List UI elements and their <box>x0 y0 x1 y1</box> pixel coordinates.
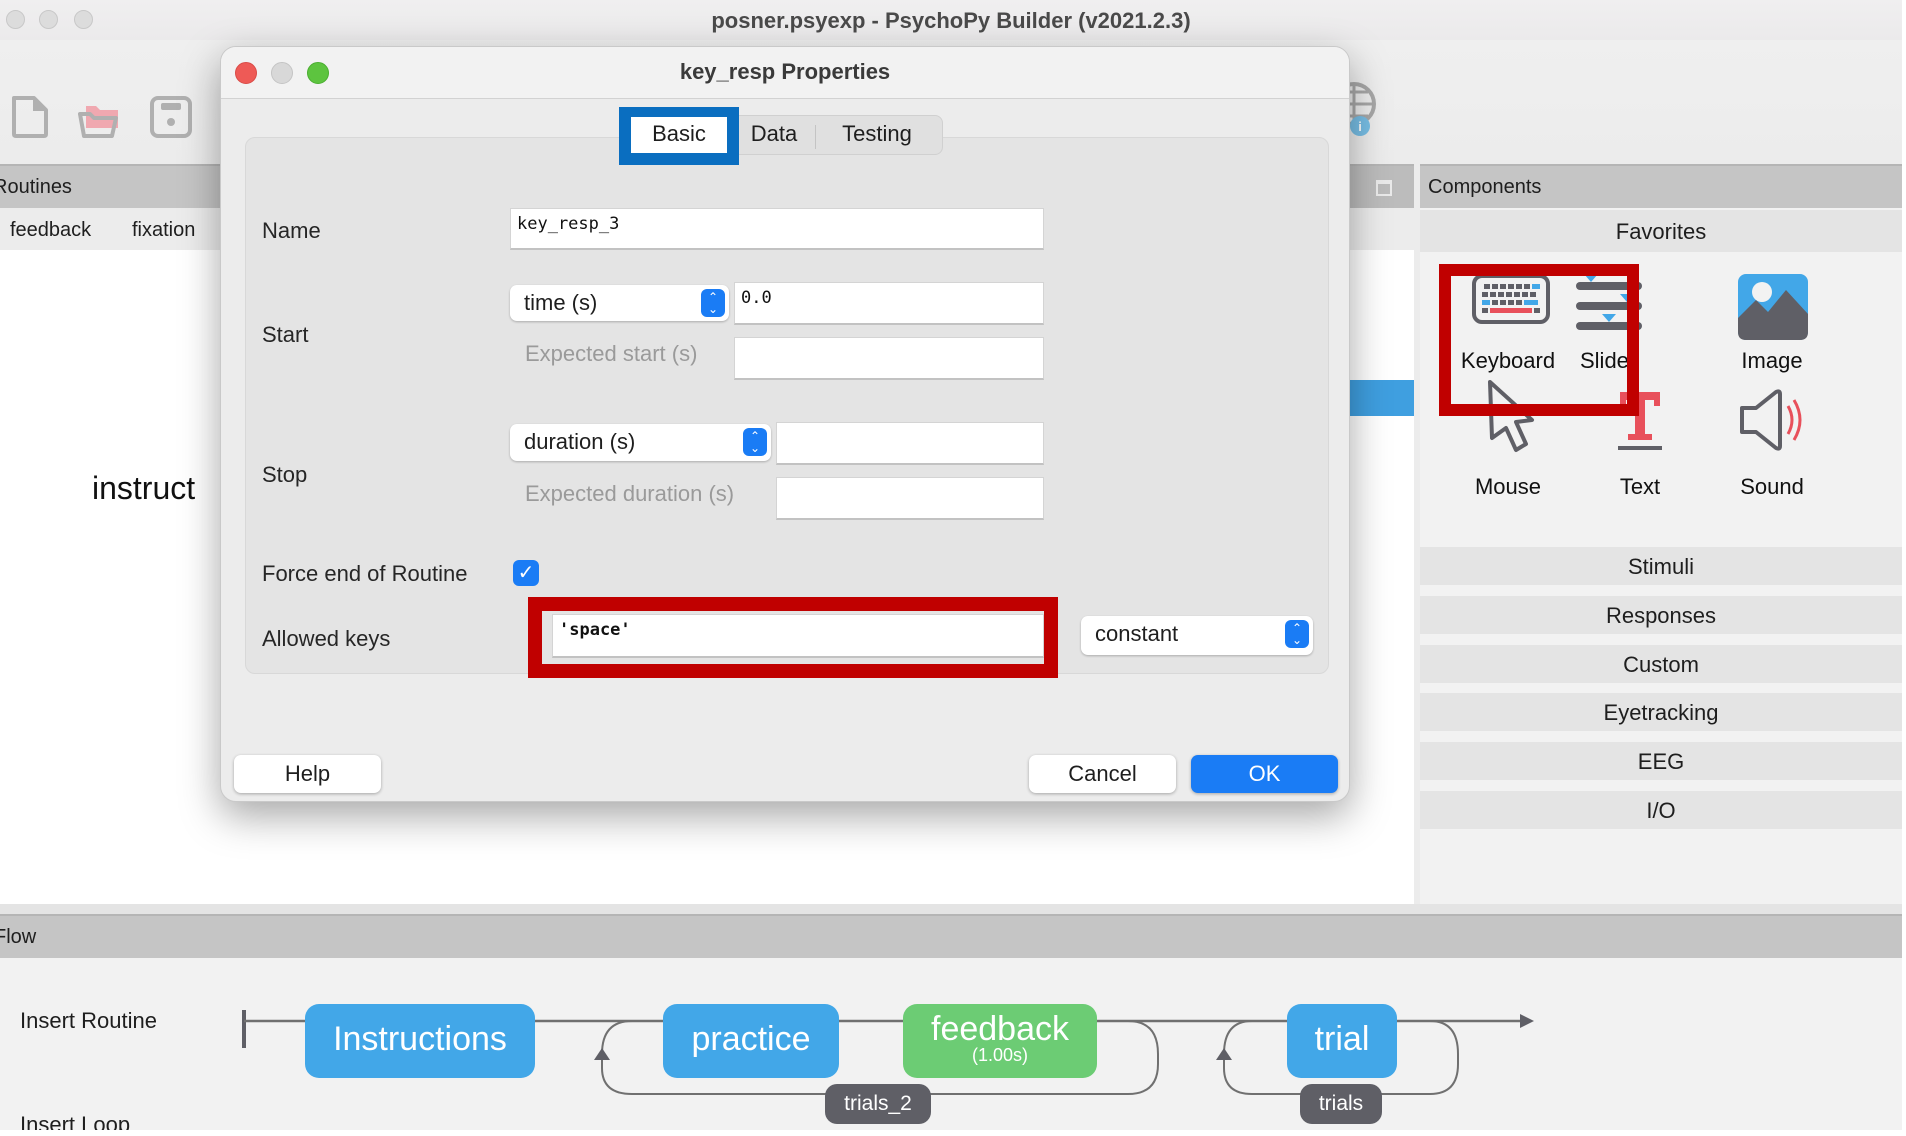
start-label: Start <box>262 322 309 347</box>
loop-arrow-icon <box>1216 1048 1232 1060</box>
tab-data[interactable]: Data <box>741 117 807 153</box>
key-resp-properties-dialog: key_resp Properties Basic Data Testing N… <box>220 46 1350 802</box>
start-type-value: time (s) <box>524 290 598 315</box>
tab-separator <box>815 125 816 149</box>
help-button[interactable]: Help <box>234 755 381 793</box>
flow-loop-label: trials <box>1318 1092 1364 1115</box>
flow-routine-label: trial <box>1314 1020 1370 1058</box>
category-responses[interactable]: Responses <box>1420 596 1902 634</box>
routines-header-label: Routines <box>0 176 72 198</box>
save-icon[interactable] <box>148 94 194 140</box>
routine-tab-feedback[interactable]: feedback <box>10 219 91 242</box>
component-sound[interactable]: Sound <box>1706 388 1838 518</box>
allowed-keys-label: Allowed keys <box>262 626 391 651</box>
flow-routine-trial[interactable]: trial <box>1287 1004 1397 1078</box>
category-io[interactable]: I/O <box>1420 791 1902 829</box>
flow-loop-trials[interactable]: trials <box>1300 1084 1382 1124</box>
flow-panel: Flow Insert Routine Insert Loop Instruct… <box>0 904 1902 1130</box>
category-eyetracking[interactable]: Eyetracking <box>1420 693 1902 731</box>
force-end-label: Force end of Routine <box>262 561 468 586</box>
dialog-tabs: Basic Data Testing <box>619 107 959 165</box>
favorites-section-header[interactable]: Favorites <box>1420 210 1902 252</box>
stop-type-value: duration (s) <box>524 429 636 454</box>
stop-label: Stop <box>262 462 308 487</box>
component-label: Mouse <box>1474 474 1542 499</box>
loop-arrow-icon <box>594 1048 610 1060</box>
start-value-input[interactable]: 0.0 <box>734 282 1044 325</box>
window-title: posner.psyexp - PsychoPy Builder (v2021.… <box>711 8 1191 33</box>
category-custom[interactable]: Custom <box>1420 645 1902 683</box>
open-folder-icon[interactable] <box>76 94 122 140</box>
flow-routine-feedback[interactable]: feedback (1.00s) <box>903 1004 1097 1078</box>
expected-start-input[interactable] <box>734 337 1044 380</box>
flow-routine-duration: (1.00s) <box>971 1045 1029 1065</box>
start-type-select[interactable]: time (s) ⌃ ⌄ <box>510 285 729 321</box>
psychopy-builder-window: posner.psyexp - PsychoPy Builder (v2021.… <box>0 0 1902 1130</box>
component-timeline-bar[interactable] <box>1348 380 1414 416</box>
component-label: Sound <box>1740 474 1804 499</box>
allowed-keys-update-select[interactable]: constant ⌃ ⌄ <box>1081 616 1313 655</box>
force-end-checkbox[interactable]: ✓ <box>513 560 539 586</box>
select-arrows-icon: ⌃ ⌄ <box>701 289 725 317</box>
flow-routine-practice[interactable]: practice <box>663 1004 839 1078</box>
allowed-keys-update-value: constant <box>1095 621 1179 646</box>
new-file-icon[interactable] <box>8 94 54 140</box>
expected-duration-label: Expected duration (s) <box>525 481 735 506</box>
routine-tab-fixation[interactable]: fixation <box>132 219 195 242</box>
name-input[interactable]: key_resp_3 <box>510 208 1044 250</box>
expected-duration-input[interactable] <box>776 477 1044 520</box>
component-label: Text <box>1619 474 1661 499</box>
routine-component-label[interactable]: instruct <box>92 470 195 507</box>
component-image[interactable]: Image <box>1706 252 1838 382</box>
allowed-keys-input[interactable]: 'space' <box>552 614 1044 658</box>
category-eeg[interactable]: EEG <box>1420 742 1902 780</box>
panel-minimize-icon[interactable] <box>1376 180 1392 196</box>
cancel-button[interactable]: Cancel <box>1029 755 1176 793</box>
sound-icon <box>1740 389 1802 451</box>
components-panel-header: Components <box>1420 164 1902 208</box>
flow-loop-trials-2[interactable]: trials_2 <box>825 1084 931 1124</box>
dialog-titlebar: key_resp Properties <box>221 47 1349 99</box>
ok-button[interactable]: OK <box>1191 755 1338 793</box>
component-label: Image <box>1741 348 1803 373</box>
panel-options-area <box>1348 166 1414 210</box>
category-stimuli[interactable]: Stimuli <box>1420 547 1902 585</box>
stop-type-select[interactable]: duration (s) ⌃ ⌄ <box>510 424 771 461</box>
flow-end-arrow-icon <box>1520 1014 1534 1028</box>
dialog-title: key_resp Properties <box>679 59 891 84</box>
window-titlebar: posner.psyexp - PsychoPy Builder (v2021.… <box>0 0 1902 40</box>
components-header-label: Components <box>1428 176 1542 198</box>
flow-routine-label: Instructions <box>333 1020 507 1058</box>
flow-routine-label: feedback <box>931 1010 1069 1048</box>
flow-routine-label: practice <box>691 1020 811 1058</box>
select-arrows-icon: ⌃ ⌄ <box>743 428 767 456</box>
tab-testing[interactable]: Testing <box>821 117 933 153</box>
favorites-grid: Keyboard Slider Image Mouse Text Sound <box>1420 252 1902 542</box>
name-label: Name <box>262 218 321 243</box>
tab-basic[interactable]: Basic <box>631 117 727 153</box>
svg-text:i: i <box>1358 119 1362 134</box>
components-panel: Components Favorites Keyboard Slider Ima… <box>1420 164 1902 904</box>
select-arrows-icon: ⌃ ⌄ <box>1285 620 1309 648</box>
image-icon <box>1738 274 1808 340</box>
keyboard-highlight-annotation <box>1439 264 1639 416</box>
expected-start-label: Expected start (s) <box>525 341 698 366</box>
stop-value-input[interactable] <box>776 422 1044 465</box>
flow-routine-instructions[interactable]: Instructions <box>305 1004 535 1078</box>
flow-loop-label: trials_2 <box>844 1092 912 1115</box>
